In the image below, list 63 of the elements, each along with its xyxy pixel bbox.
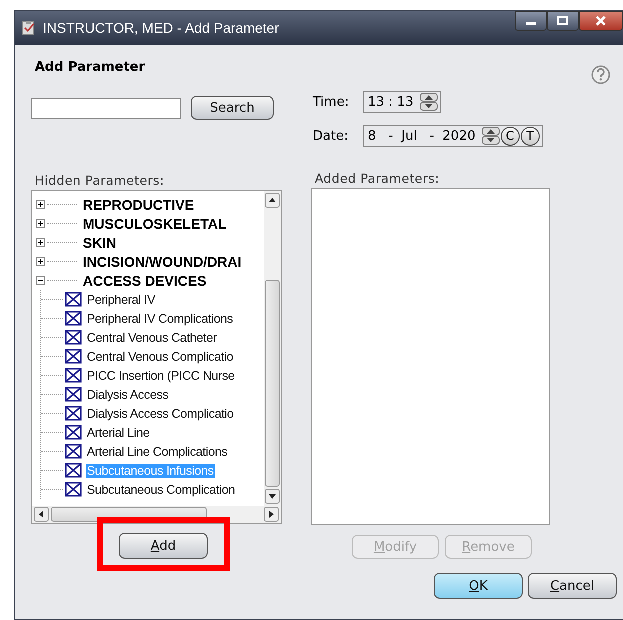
tree-item[interactable]: MUSCULOSKELETAL: [83, 216, 227, 232]
time-value: 13 : 13: [368, 94, 414, 110]
minimize-button[interactable]: [515, 11, 547, 31]
crossed-box-icon: [65, 463, 82, 478]
crossed-box-icon: [65, 311, 82, 326]
hidden-parameters-label: Hidden Parameters:: [35, 173, 166, 188]
crossed-box-icon: [65, 425, 82, 440]
crossed-box-icon: [65, 444, 82, 459]
collapse-icon[interactable]: [36, 276, 45, 285]
crossed-box-icon: [65, 330, 82, 345]
dialog-button[interactable]: OK: [434, 573, 523, 599]
scroll-thumb[interactable]: [265, 280, 280, 487]
scroll-down-icon[interactable]: [265, 489, 280, 504]
close-icon: [595, 16, 607, 26]
tree-item[interactable]: SKIN: [83, 234, 116, 250]
tree-item[interactable]: INCISION/WOUND/DRAI: [83, 254, 242, 270]
tree-item[interactable]: Central Venous Catheter: [86, 330, 218, 344]
expand-icon[interactable]: [36, 257, 45, 266]
date-button[interactable]: T: [520, 126, 540, 146]
tree-item[interactable]: Dialysis Access: [86, 388, 170, 402]
search-field[interactable]: [31, 98, 181, 118]
crossed-box-icon: [65, 349, 82, 364]
expand-icon[interactable]: [36, 219, 45, 228]
spinner-icon[interactable]: [420, 93, 438, 111]
spinner-icon[interactable]: [482, 127, 500, 145]
close-button[interactable]: [579, 11, 623, 31]
crossed-box-icon: [65, 482, 82, 497]
date-value: 8 - Jul - 2020: [368, 128, 476, 144]
crossed-box-icon: [65, 292, 82, 307]
tree-item[interactable]: Dialysis Access Complicatio: [86, 406, 235, 420]
vertical-scrollbar[interactable]: [264, 191, 281, 506]
tree-item[interactable]: Subcutaneous Complication: [86, 482, 236, 496]
window-title: INSTRUCTOR, MED - Add Parameter: [43, 20, 280, 36]
tree-item[interactable]: PICC Insertion (PICC Nurse: [86, 368, 236, 382]
scroll-left-icon[interactable]: [34, 507, 49, 522]
search-button[interactable]: Search: [191, 96, 274, 120]
expand-icon[interactable]: [36, 238, 45, 247]
tree-item[interactable]: Arterial Line Complications: [86, 444, 229, 458]
time-field[interactable]: 13 : 13: [363, 91, 441, 113]
added-parameters-label: Added Parameters:: [315, 171, 441, 186]
clipboard-icon: [21, 20, 37, 36]
dialog-heading: Add Parameter: [35, 60, 146, 74]
tree-item[interactable]: Peripheral IV Complications: [86, 312, 234, 326]
tree-item[interactable]: REPRODUCTIVE: [83, 196, 194, 212]
date-label: Date:: [313, 128, 350, 144]
date-field[interactable]: 8 - Jul - 2020 C T: [363, 125, 543, 147]
crossed-box-icon: [65, 406, 82, 421]
maximize-icon: [557, 16, 569, 26]
maximize-button[interactable]: [547, 11, 579, 31]
tree-item[interactable]: Arterial Line: [86, 426, 151, 440]
tree-item[interactable]: ACCESS DEVICES: [83, 272, 207, 288]
dialog-button[interactable]: Cancel: [528, 573, 617, 599]
date-button[interactable]: C: [500, 126, 520, 146]
time-label: Time:: [313, 94, 350, 110]
crossed-box-icon: [65, 368, 82, 383]
expand-icon[interactable]: [36, 200, 45, 209]
add-button[interactable]: Add: [119, 533, 208, 559]
tree-item[interactable]: Central Venous Complicatio: [86, 350, 234, 364]
tree-item[interactable]: Peripheral IV: [86, 292, 156, 306]
crossed-box-icon: [65, 387, 82, 402]
help-icon[interactable]: [591, 65, 611, 85]
scroll-right-icon[interactable]: [264, 507, 279, 522]
scroll-up-icon[interactable]: [265, 193, 280, 208]
